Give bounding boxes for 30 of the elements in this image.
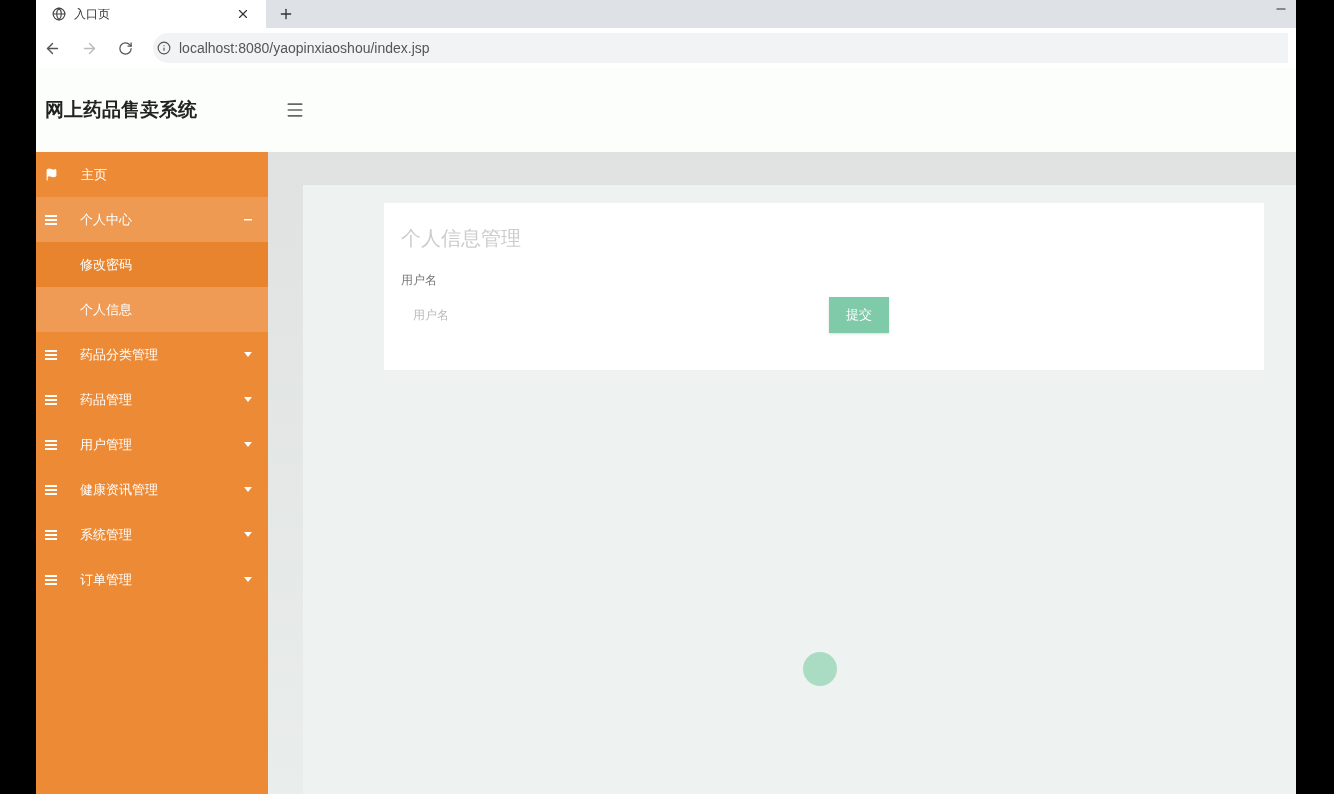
browser-tab[interactable]: 入口页 [36,0,266,28]
sidebar-item[interactable]: 药品分类管理 [36,332,268,377]
list-icon [45,484,57,495]
list-icon [45,529,57,540]
menu-icon[interactable] [285,100,305,120]
globe-icon [52,7,66,21]
sidebar-item[interactable]: 用户管理 [36,422,268,467]
sidebar-item[interactable]: 个人中心 [36,197,268,242]
sidebar-item[interactable]: 系统管理 [36,512,268,557]
list-icon [45,574,57,585]
list-icon [45,394,57,405]
sidebar-item[interactable]: 药品管理 [36,377,268,422]
username-field[interactable]: 用户名 [401,297,821,333]
submenu-item[interactable]: 修改密码 [36,242,268,287]
address-bar[interactable]: localhost:8080/yaopinxiaoshou/index.jsp [153,33,1288,63]
sidebar-item[interactable]: 主页 [36,152,268,197]
submenu-item[interactable]: 个人信息 [36,287,268,332]
flag-icon [45,168,58,181]
sidebar-item[interactable]: 健康资讯管理 [36,467,268,512]
close-icon[interactable] [236,7,250,21]
reload-icon[interactable] [118,40,133,56]
field-label: 用户名 [401,272,438,289]
sidebar-item[interactable]: 订单管理 [36,557,268,602]
info-icon [157,41,171,55]
list-icon [45,349,57,360]
new-tab-icon[interactable] [278,6,294,22]
list-icon [45,439,57,450]
app-title: 网上药品售卖系统 [44,97,198,122]
list-icon [45,214,57,225]
submit-button[interactable]: 提交 [829,297,889,333]
